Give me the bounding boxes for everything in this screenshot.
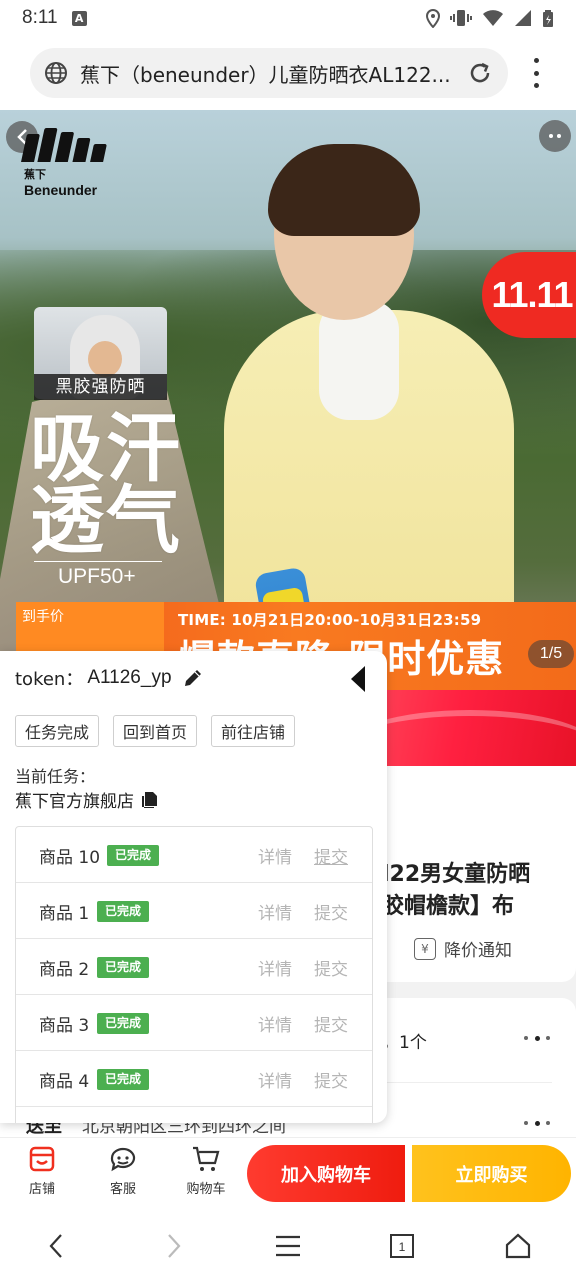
task-item-name: 商品 10 bbox=[39, 848, 101, 868]
detail-link[interactable]: 详情 bbox=[258, 843, 292, 868]
store-button[interactable]: 店铺 bbox=[12, 1144, 72, 1202]
token-row: token： A1126_yp bbox=[15, 665, 204, 691]
status-badge: 已完成 bbox=[97, 1069, 150, 1090]
task-item-name: 商品 1 bbox=[39, 904, 90, 924]
price-label: 到手价 bbox=[22, 609, 64, 625]
nav-back-icon[interactable] bbox=[36, 1226, 76, 1266]
task-panel: token： A1126_yp 任务完成 回到首页 前往店铺 当前任务： 蕉下官… bbox=[0, 651, 387, 1123]
shipping-more-icon[interactable] bbox=[524, 1119, 550, 1127]
task-item: 商品 4 已完成 详情 提交 bbox=[16, 1051, 372, 1107]
token-value: A1126_yp bbox=[87, 667, 172, 688]
task-item-name: 商品 4 bbox=[39, 1072, 90, 1092]
edit-pencil-icon[interactable] bbox=[182, 667, 204, 689]
location-icon bbox=[426, 8, 440, 28]
task-item: 商品 10 已完成 详情 提交 bbox=[16, 827, 372, 883]
add-to-cart-button[interactable]: 加入购物车 bbox=[247, 1145, 405, 1202]
shopping-cart-icon bbox=[193, 1146, 220, 1171]
cart-label: 购物车 bbox=[186, 1182, 226, 1197]
submit-link[interactable]: 提交 bbox=[314, 1011, 348, 1036]
upf-divider bbox=[34, 561, 162, 562]
nav-menu-icon[interactable] bbox=[268, 1226, 308, 1266]
store-name-row: 蕉下官方旗舰店 bbox=[15, 787, 158, 812]
submit-link[interactable]: 提交 bbox=[314, 899, 348, 924]
service-button[interactable]: 客服 bbox=[93, 1144, 153, 1202]
spec-selection[interactable]: ，1个 bbox=[382, 1028, 427, 1053]
status-badge: 已完成 bbox=[97, 957, 150, 978]
brand-name: Beneunder bbox=[24, 182, 98, 198]
brand-top: 蕉下 bbox=[24, 168, 46, 181]
back-home-button[interactable]: 回到首页 bbox=[113, 715, 198, 747]
submit-link[interactable]: 提交 bbox=[314, 843, 348, 868]
customer-service-icon bbox=[110, 1147, 136, 1172]
product-title-line2: 胶帽檐款】布 bbox=[382, 894, 515, 919]
overflow-menu-icon[interactable] bbox=[526, 58, 546, 88]
collapse-panel-icon[interactable] bbox=[348, 665, 370, 693]
detail-link[interactable]: 详情 bbox=[258, 955, 292, 980]
task-list: 商品 10 已完成 详情 提交 商品 1 已完成 详情 提交 商品 2 已完成 … bbox=[15, 826, 373, 1123]
task-complete-button[interactable]: 任务完成 bbox=[15, 715, 100, 747]
service-label: 客服 bbox=[109, 1182, 136, 1197]
vibrate-icon bbox=[450, 10, 472, 26]
globe-icon bbox=[45, 62, 67, 84]
nav-home-icon[interactable] bbox=[498, 1226, 538, 1266]
wifi-icon bbox=[483, 10, 503, 26]
svg-text:1: 1 bbox=[399, 1240, 406, 1254]
status-badge: 已完成 bbox=[97, 1013, 150, 1034]
system-navigation-bar: 1 bbox=[0, 1208, 576, 1280]
cart-button[interactable]: 购物车 bbox=[176, 1144, 236, 1202]
store-name: 蕉下官方旗舰店 bbox=[15, 792, 134, 812]
promo-time: TIME: 10月21日20:00-10月31日23:59 bbox=[178, 611, 482, 629]
submit-link[interactable]: 提交 bbox=[314, 1067, 348, 1092]
detail-link[interactable]: 详情 bbox=[258, 1067, 292, 1092]
task-item-name: 商品 2 bbox=[39, 960, 90, 980]
image-page-indicator: 1/5 bbox=[528, 640, 574, 668]
status-badge: 已完成 bbox=[107, 845, 160, 866]
token-label: token： bbox=[15, 669, 84, 690]
status-time: 8:11 bbox=[22, 7, 58, 28]
headline-line1: 吸汗 bbox=[30, 406, 182, 492]
copy-icon[interactable] bbox=[140, 791, 158, 809]
reload-icon[interactable] bbox=[466, 59, 494, 87]
screen: 8:11 A 蕉下（beneunder）儿童防晒衣AL122... 蕉下 Ben… bbox=[0, 0, 576, 1280]
price-notice-button[interactable]: ¥ 降价通知 bbox=[414, 936, 512, 961]
more-icon[interactable] bbox=[539, 120, 571, 152]
bottom-action-bar: 店铺 客服 购物车 加入购物车 立即购买 bbox=[0, 1137, 576, 1208]
go-store-button[interactable]: 前往店铺 bbox=[211, 715, 296, 747]
signal-icon bbox=[515, 10, 531, 26]
brand-logo: 蕉下 Beneunder bbox=[21, 128, 114, 202]
task-item: 商品 1 已完成 详情 提交 bbox=[16, 883, 372, 939]
price-notice-label: 降价通知 bbox=[444, 941, 512, 961]
product-title-line1: l22男女童防晒 bbox=[382, 862, 531, 887]
store-label: 店铺 bbox=[28, 1182, 55, 1197]
url-text: 蕉下（beneunder）儿童防晒衣AL122... bbox=[80, 62, 451, 87]
upf-label: UPF50+ bbox=[58, 565, 136, 588]
inset-label: 黑胶强防晒 bbox=[34, 374, 167, 400]
current-task-label: 当前任务： bbox=[15, 767, 96, 786]
notification-a-icon: A bbox=[71, 10, 87, 26]
status-bar: 8:11 A bbox=[0, 0, 576, 36]
battery-icon bbox=[543, 9, 553, 27]
price-tag-icon: ¥ bbox=[414, 937, 436, 960]
panel-button-row: 任务完成 回到首页 前往店铺 bbox=[15, 715, 296, 747]
brand-mark-icon bbox=[21, 128, 114, 162]
spec-more-icon[interactable] bbox=[524, 1034, 550, 1042]
nav-tabs-icon[interactable]: 1 bbox=[382, 1226, 422, 1266]
headline-line2: 透气 bbox=[30, 478, 182, 564]
buy-now-button[interactable]: 立即购买 bbox=[412, 1145, 571, 1202]
status-icons bbox=[426, 8, 554, 28]
store-icon bbox=[29, 1146, 55, 1172]
status-badge: 已完成 bbox=[97, 901, 150, 922]
task-item: 商品 2 已完成 详情 提交 bbox=[16, 939, 372, 995]
detail-link[interactable]: 详情 bbox=[258, 899, 292, 924]
submit-link[interactable]: 提交 bbox=[314, 955, 348, 980]
browser-toolbar: 蕉下（beneunder）儿童防晒衣AL122... bbox=[0, 36, 576, 110]
nav-forward-icon[interactable] bbox=[154, 1226, 194, 1266]
detail-link[interactable]: 详情 bbox=[258, 1011, 292, 1036]
promo-band bbox=[380, 690, 576, 768]
double-eleven-badge: 11.11 bbox=[482, 252, 576, 338]
task-item-name: 商品 3 bbox=[39, 1016, 90, 1036]
url-bar[interactable]: 蕉下（beneunder）儿童防晒衣AL122... bbox=[30, 48, 508, 98]
task-item: 商品 3 已完成 详情 提交 bbox=[16, 995, 372, 1051]
